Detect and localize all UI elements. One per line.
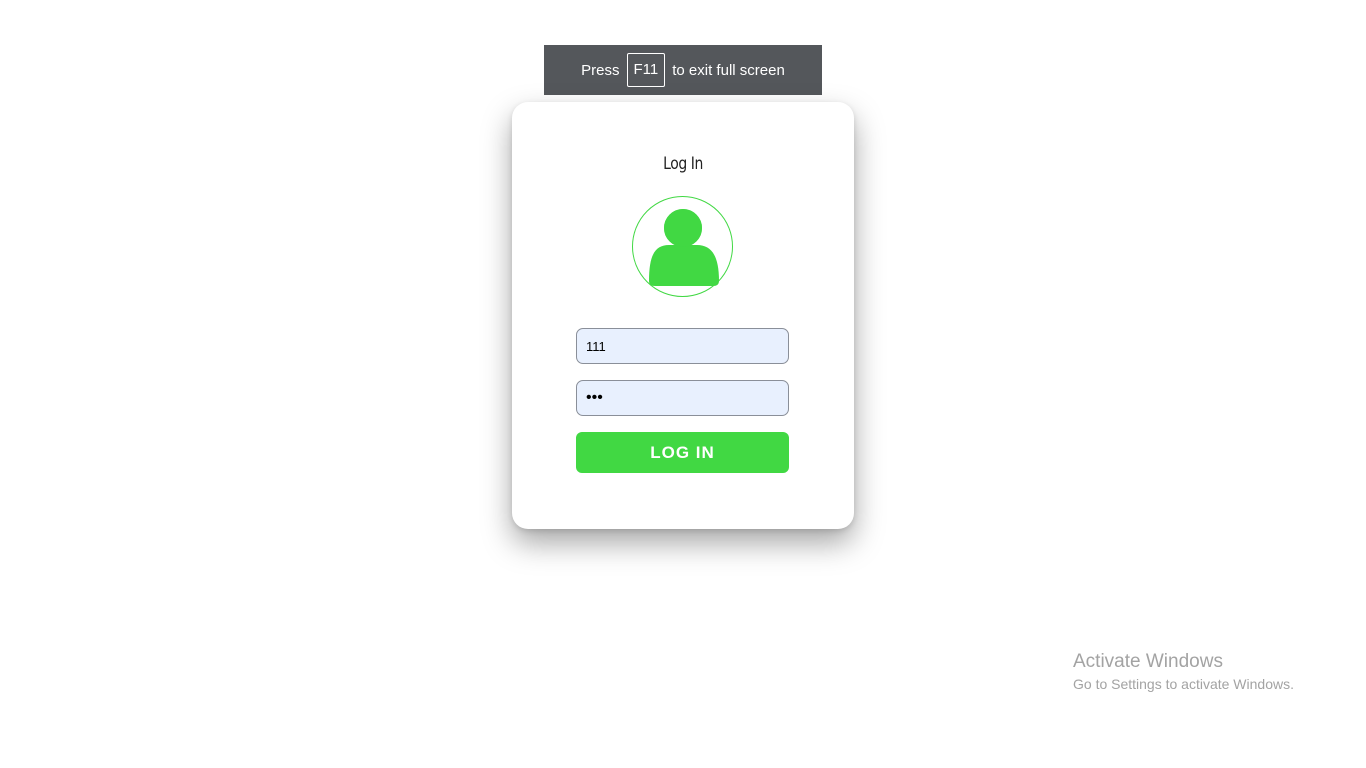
fullscreen-notice-suffix: to exit full screen — [672, 61, 785, 79]
user-icon — [649, 207, 719, 286]
watermark-title: Activate Windows — [1073, 651, 1223, 672]
login-title: Log In — [663, 154, 703, 174]
f11-key-badge: F11 — [626, 53, 666, 87]
avatar — [632, 196, 733, 297]
fullscreen-notice-prefix: Press — [581, 61, 620, 79]
login-card: Log In LOG IN — [512, 102, 854, 529]
fullscreen-notice: Press F11 to exit full screen — [544, 45, 822, 95]
watermark-subtitle: Go to Settings to activate Windows. — [1073, 676, 1294, 692]
page: Press F11 to exit full screen Log In LOG… — [0, 0, 1366, 768]
activate-windows-watermark: Activate Windows Go to Settings to activ… — [1073, 650, 1294, 694]
password-field[interactable] — [576, 380, 789, 416]
username-field[interactable] — [576, 328, 789, 364]
login-button[interactable]: LOG IN — [576, 432, 789, 473]
